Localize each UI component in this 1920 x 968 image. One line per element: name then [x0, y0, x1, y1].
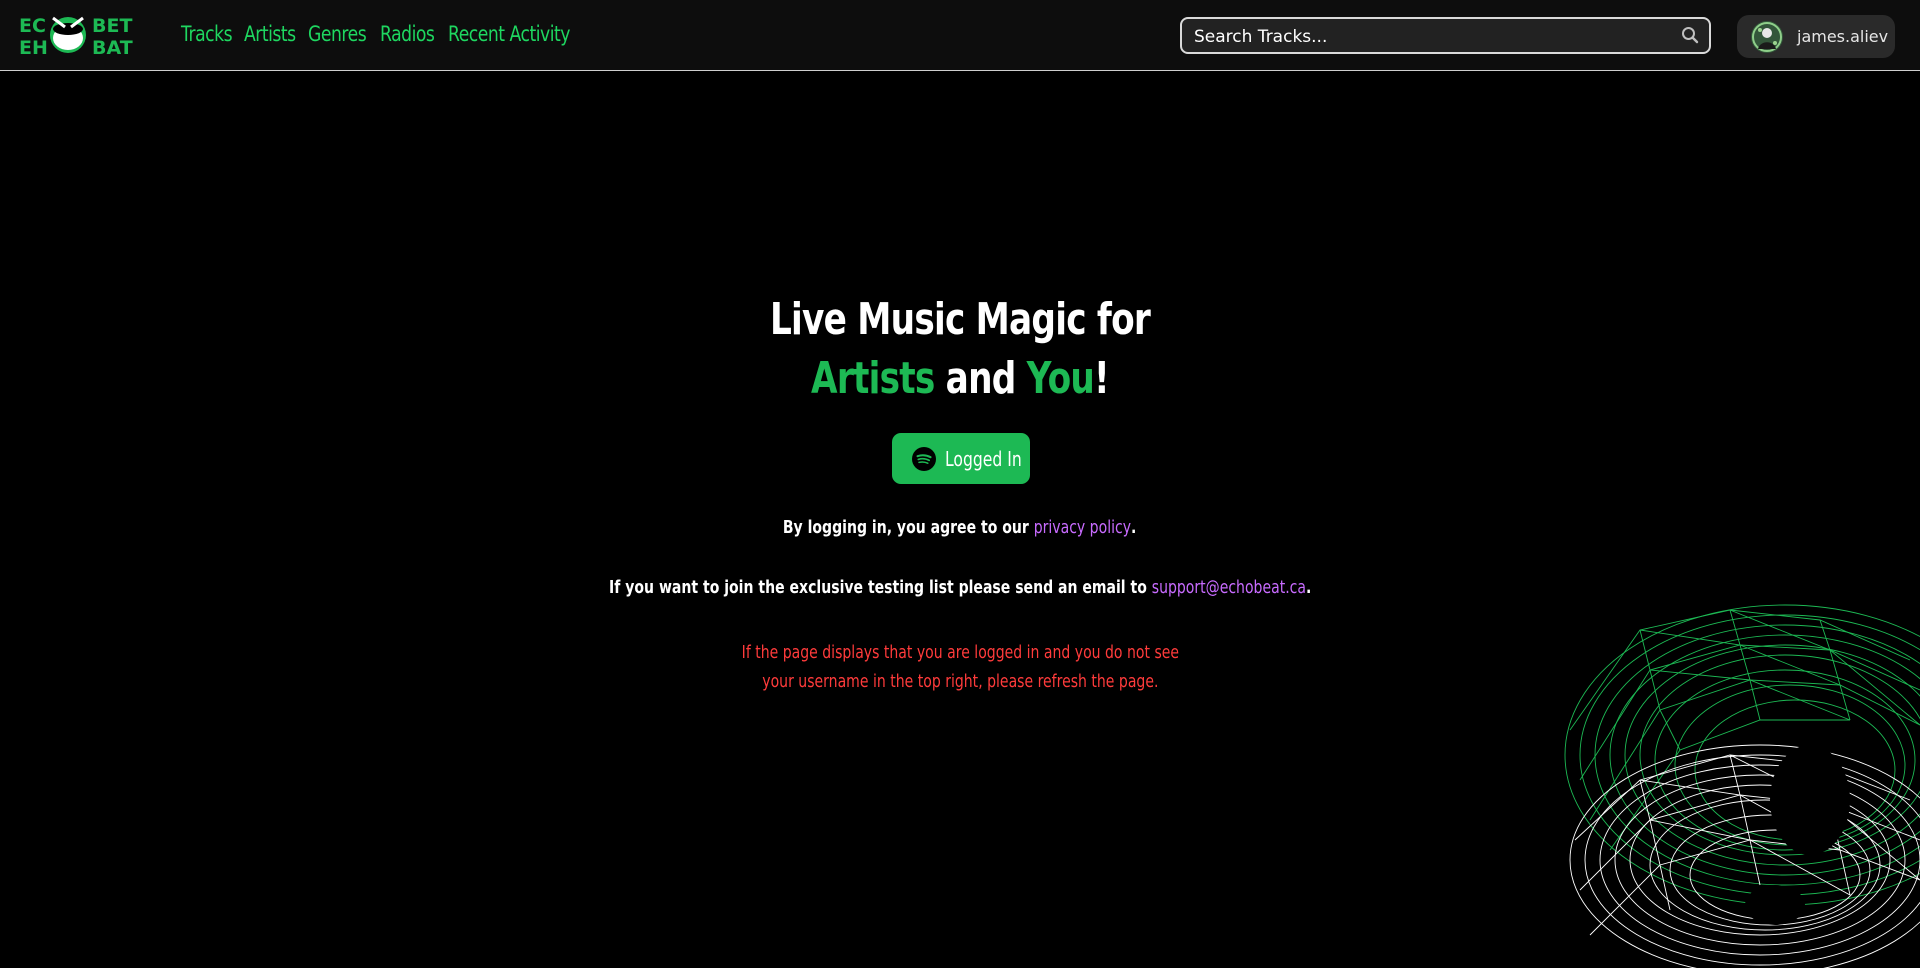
avatar-image: [1751, 21, 1783, 53]
svg-text:EC: EC: [19, 15, 46, 37]
logged-in-label: Logged In: [945, 447, 1022, 471]
avatar: [1751, 21, 1783, 53]
testing-suffix: .: [1305, 577, 1312, 598]
hero-title-line1: Live Music Magic for: [769, 294, 1151, 345]
privacy-prefix: By logging in, you agree to our: [783, 517, 1035, 538]
nav-recent-activity[interactable]: Recent Activity: [448, 22, 571, 46]
search-box: [1180, 17, 1711, 54]
hero: Live Music Magic for Artists and You!: [0, 290, 1920, 408]
nav-artists[interactable]: Artists: [244, 22, 296, 46]
hero-title: Live Music Magic for Artists and You!: [211, 290, 1709, 408]
user-menu[interactable]: james.aliev: [1737, 15, 1895, 58]
hero-word-you: You: [1026, 353, 1095, 404]
warning-line2: your username in the top right, please r…: [761, 671, 1159, 692]
hero-exclaim: !: [1094, 353, 1110, 404]
warning-line1: If the page displays that you are logged…: [741, 642, 1179, 663]
username: james.aliev: [1797, 27, 1889, 46]
search-input[interactable]: [1192, 19, 1676, 54]
echobeat-logo[interactable]: EC EH BET BAT: [19, 14, 139, 56]
spotify-icon: [912, 447, 936, 471]
svg-text:BET: BET: [92, 15, 132, 37]
top-navbar: EC EH BET BAT Tracks Artists Genres Radi…: [0, 0, 1920, 71]
svg-text:EH: EH: [19, 37, 48, 56]
nav-radios[interactable]: Radios: [380, 22, 435, 46]
wireframe-torus-graphic: [1564, 604, 1920, 968]
main-nav: Tracks Artists Genres Radios Recent Acti…: [181, 22, 582, 46]
privacy-suffix: .: [1131, 517, 1137, 538]
nav-tracks[interactable]: Tracks: [181, 22, 233, 46]
support-email-link[interactable]: support@echobeat.ca: [1152, 577, 1306, 598]
privacy-notice: By logging in, you agree to our privacy …: [0, 517, 1920, 538]
nav-genres[interactable]: Genres: [308, 22, 367, 46]
hero-word-and: and: [934, 353, 1027, 404]
testing-prefix: If you want to join the exclusive testin…: [608, 577, 1152, 598]
logged-in-button[interactable]: Logged In: [892, 433, 1030, 484]
privacy-policy-link[interactable]: privacy policy: [1034, 517, 1131, 538]
hero-word-artists: Artists: [811, 353, 935, 404]
svg-text:BAT: BAT: [92, 37, 133, 56]
search-icon[interactable]: [1681, 26, 1699, 44]
